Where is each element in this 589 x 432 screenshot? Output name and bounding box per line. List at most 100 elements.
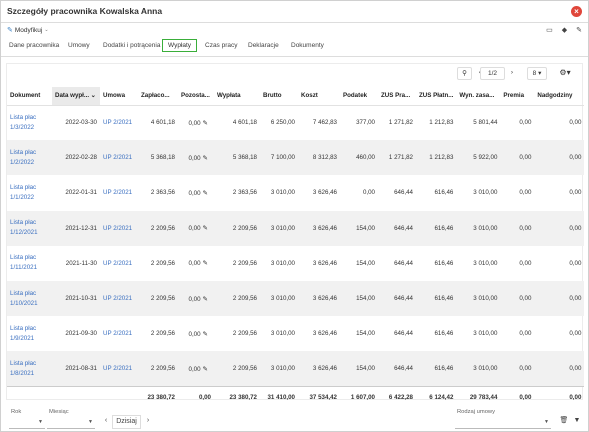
cell-premia: 0,00 [500, 210, 535, 246]
cell-nadgodziny: 0,00 [569, 189, 582, 197]
cell-zus-plat: 616,46 [434, 259, 454, 267]
payment-date: 2022-03-30 [65, 119, 97, 127]
document-link[interactable]: Lista płac 1/2/2022 [7, 140, 52, 176]
pencil-icon[interactable]: ✎ [203, 119, 208, 127]
col-zaplacono[interactable]: Zapłaco... [138, 87, 178, 106]
contract-link[interactable]: UP 2/2021 [100, 210, 138, 246]
cell-zaplacono: 2 209,56 [138, 280, 178, 317]
tab-umowy[interactable]: Umowy [68, 42, 90, 49]
next-month-button[interactable]: › [143, 415, 153, 429]
table-row[interactable]: Lista płac 1/1/2022 2022-01-31 UP 2/2021 2 … [7, 175, 584, 210]
cell-zus-plat: 1 212,83 [416, 140, 457, 176]
miesiac-select[interactable]: ▼ [47, 415, 95, 429]
col-premia[interactable]: Premia [500, 87, 535, 106]
pencil-icon[interactable]: ✎ [203, 295, 208, 303]
prev-month-button[interactable]: ‹ [101, 415, 111, 429]
col-dokument[interactable]: Dokument [7, 87, 52, 106]
cell-pozostalo: 0,00 ✎ [178, 351, 214, 387]
col-data-wyplaty-label: Data wypł... [55, 92, 90, 100]
cell-podatek: 154,00 [340, 351, 378, 387]
page-size-select[interactable]: 8 ▾ [527, 67, 547, 80]
cell-nadgodziny: 0,00 [569, 259, 582, 267]
contract-link[interactable]: UP 2/2021 [100, 246, 138, 281]
cell-zaplacono: 2 363,56 [150, 189, 175, 197]
col-zus-pra[interactable]: ZUS Pra... [378, 87, 416, 106]
table-row[interactable]: Lista płac 1/3/2022 2022-03-30 UP 2/2021 4 … [7, 105, 584, 140]
toolbar-actions: ▭ ◆ ✎ [546, 26, 582, 34]
tag-icon[interactable]: ◆ [562, 26, 567, 34]
filter-icon[interactable]: ▼ [572, 415, 582, 429]
contract-link[interactable]: UP 2/2021 [100, 140, 138, 176]
cell-wyn-zasad: 3 010,00 [473, 189, 498, 197]
pencil-icon[interactable]: ✎ [203, 259, 208, 267]
document-link[interactable]: Lista płac 1/1/2022 [7, 175, 52, 210]
modify-button[interactable]: ✎ Modyfikuj ⌄ [7, 26, 49, 35]
cell-zus-pra: 1 271,82 [378, 140, 416, 176]
table-row[interactable]: Lista płac 1/12/2021 2021-12-31 UP 2/2021 2… [7, 210, 585, 246]
col-koszt[interactable]: Koszt [298, 87, 340, 106]
cell-wyn-zasad: 5 801,44 [473, 119, 498, 127]
trash-icon[interactable]: 🗑 [559, 415, 569, 429]
tab-czas-pracy[interactable]: Czas pracy [205, 42, 238, 49]
settings-gear-button[interactable]: ⚙▾ [554, 67, 576, 80]
total-brutto: 31 410,00 [260, 386, 298, 409]
cell-podatek: 377,00 [356, 119, 375, 127]
toolbar: ✎ Modyfikuj ⌄ ▭ ◆ ✎ [1, 23, 588, 38]
next-page-button[interactable]: › [507, 67, 517, 80]
contract-link[interactable]: UP 2/2021 [100, 316, 138, 351]
contract-link[interactable]: UP 2/2021 [100, 351, 138, 387]
table-row[interactable]: Lista płac 1/8/2021 2021-08-31 UP 2/2021 2 … [7, 351, 585, 387]
cell-pozostalo: 0,00 ✎ [178, 316, 214, 351]
col-nadgodziny[interactable]: Nadgodziny [534, 87, 585, 106]
cell-nadgodziny: 0,00 [534, 280, 585, 317]
cell-podatek: 0,00 [362, 189, 375, 197]
document-link[interactable]: Lista płac 1/9/2021 [7, 316, 52, 351]
contract-link[interactable]: UP 2/2021 [100, 175, 138, 210]
rodzaj-umowy-select[interactable]: ▼ [455, 415, 551, 429]
table-row[interactable]: Lista płac 1/10/2021 2021-10-31 UP 2/2021 2… [7, 280, 585, 317]
payment-date: 2021-12-31 [52, 210, 100, 246]
search-button[interactable]: ⚲ [457, 67, 472, 80]
totals-empty [100, 386, 138, 409]
contract-link[interactable]: UP 2/2021 [100, 280, 138, 317]
tab-wyplaty[interactable]: Wypłaty [162, 39, 198, 52]
document-link[interactable]: Lista płac 1/11/2021 [7, 246, 52, 281]
table-row[interactable]: Lista płac 1/9/2021 2021-09-30 UP 2/2021 2 … [7, 316, 584, 351]
cell-koszt: 7 462,83 [312, 119, 337, 127]
contract-link[interactable]: UP 2/2021 [100, 105, 138, 140]
table-row[interactable]: Lista płac 1/11/2021 2021-11-30 UP 2/2021 2… [7, 246, 584, 281]
pencil-icon[interactable]: ✎ [203, 189, 208, 197]
col-pozostalo[interactable]: Pozosta... [178, 87, 214, 106]
payment-date: 2022-02-28 [52, 140, 100, 176]
pencil-icon[interactable]: ✎ [203, 154, 208, 162]
document-link[interactable]: Lista płac 1/12/2021 [7, 210, 52, 246]
tab-dane-pracownika[interactable]: Dane pracownika [9, 42, 59, 49]
pencil-icon[interactable]: ✎ [203, 224, 208, 232]
col-wyplata[interactable]: Wypłata [214, 87, 260, 106]
cell-brutto: 6 250,00 [270, 119, 295, 127]
col-data-wyplaty[interactable]: Data wypł... ⌄ [52, 87, 100, 106]
document-link[interactable]: Lista płac 1/10/2021 [7, 280, 52, 317]
pencil-icon[interactable]: ✎ [203, 330, 208, 338]
col-wyn-zasad[interactable]: Wyn. zasa... [456, 87, 501, 106]
cell-premia: 0,00 [519, 330, 532, 338]
col-umowa[interactable]: Umowa [100, 87, 138, 106]
table-row[interactable]: Lista płac 1/2/2022 2022-02-28 UP 2/2021 5 … [7, 140, 585, 176]
rok-select[interactable]: ▼ [9, 415, 45, 429]
pencil-icon[interactable]: ✎ [203, 365, 208, 373]
col-zus-plat[interactable]: ZUS Płatn... [416, 87, 457, 106]
document-link[interactable]: Lista płac 1/8/2021 [7, 351, 52, 387]
tab-deklaracje[interactable]: Deklaracje [248, 42, 279, 49]
col-brutto[interactable]: Brutto [260, 87, 298, 106]
document-link[interactable]: Lista płac 1/3/2022 [7, 105, 52, 140]
tab-dodatki[interactable]: Dodatki i potrącenia [103, 42, 160, 49]
payment-date: 2022-01-31 [65, 189, 97, 197]
close-icon[interactable]: × [571, 6, 582, 17]
tab-dokumenty[interactable]: Dokumenty [291, 42, 324, 49]
cell-koszt: 3 626,46 [298, 210, 340, 246]
gear-icon: ⚙ [559, 68, 567, 77]
col-podatek[interactable]: Podatek [340, 87, 378, 106]
folder-icon[interactable]: ▭ [546, 26, 553, 34]
pencil-icon[interactable]: ✎ [576, 26, 582, 34]
today-button[interactable]: Dzisiaj [112, 415, 141, 429]
